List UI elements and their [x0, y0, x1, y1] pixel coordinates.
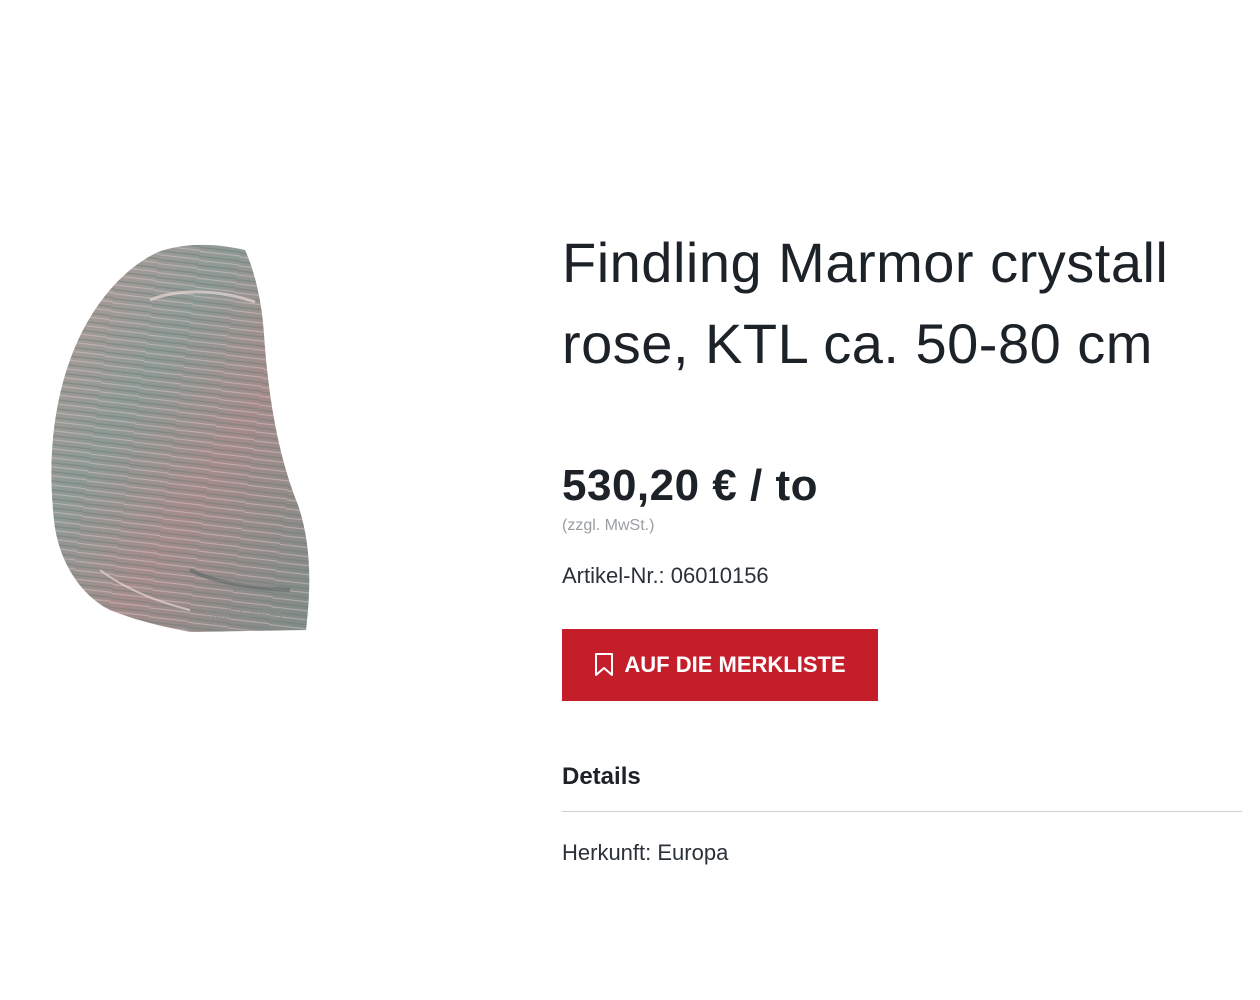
article-number: Artikel-Nr.: 06010156 [562, 562, 769, 588]
product-info: Findling Marmor crystall rose, KTL ca. 5… [562, 222, 1242, 866]
product-page: Seib GmbH Findling Marmor crystall rose,… [0, 0, 1260, 1000]
details-heading: Details [562, 763, 1242, 812]
origin-detail: Herkunft: Europa [562, 839, 729, 865]
add-to-wishlist-button[interactable]: AUF DIE MERKLISTE [562, 628, 878, 701]
product-title: Findling Marmor crystall rose, KTL ca. 5… [562, 222, 1242, 384]
product-price: 530,20 € / to [562, 461, 818, 511]
watermark-text: Seib GmbH [205, 605, 283, 622]
wishlist-button-label: AUF DIE MERKLISTE [624, 651, 846, 677]
title-line-2: rose, KTL ca. 50-80 cm [562, 312, 1153, 376]
product-image: Seib GmbH [40, 240, 330, 640]
title-line-1: Findling Marmor crystall [562, 231, 1169, 294]
stone-photo: Seib GmbH [51, 244, 310, 632]
tax-note: (zzgl. MwSt.) [562, 516, 655, 534]
bookmark-icon [594, 652, 614, 678]
